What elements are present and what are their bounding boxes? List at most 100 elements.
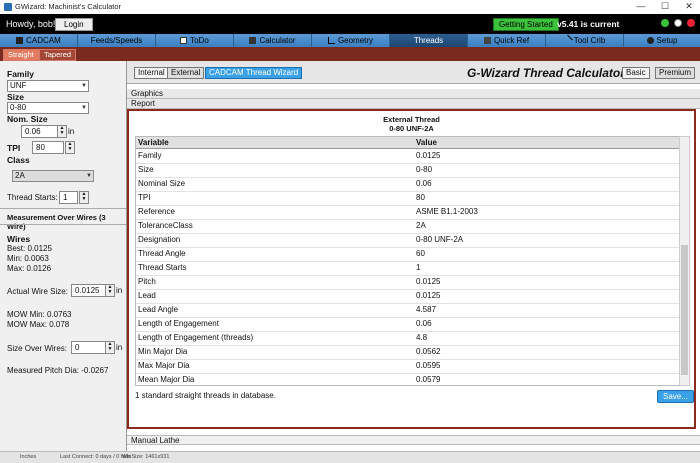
login-button[interactable]: Login [55,18,93,31]
row-value: 0.06 [416,319,432,328]
scrollbar-thumb[interactable] [681,245,688,375]
size-over-wires-unit: in [116,343,123,352]
row-variable: Min Major Dia [138,347,188,356]
actual-wire-size-label: Actual Wire Size: [7,287,68,296]
report-scrollbar[interactable] [679,136,690,386]
table-row: Length of Engagement (threads) 4.8 [136,331,680,346]
row-variable: Size [138,165,154,174]
calculator-title: G-Wizard Thread Calculator [467,66,625,80]
chevron-down-icon: ▼ [81,83,87,89]
window-title: GWizard: Machinist's Calculator [15,2,122,11]
mow-min: MOW Min: 0.0763 [7,310,72,319]
actual-wire-size-input[interactable]: 0.0125 [71,284,106,297]
row-value: ASME B1.1-2003 [416,207,478,216]
cadcam-icon [16,37,24,44]
table-row: TPI 80 [136,191,680,206]
row-variable: Mean Major Dia [138,375,195,384]
close-button[interactable]: ✕ [679,1,699,12]
alert-icon[interactable] [687,19,695,27]
thread-starts-input[interactable]: 1 [59,191,78,204]
manual-lathe-section-header[interactable]: Manual Lathe [127,435,700,445]
size-select[interactable]: 0-80 ▼ [7,102,89,114]
cadcam-thread-wizard-button[interactable]: CADCAM Thread Wizard [205,67,303,79]
online-status-icon [661,19,669,27]
actual-wire-size-stepper[interactable]: ▲ ▼ [105,284,115,297]
greeting-text: Howdy, bob! [6,19,56,29]
last-connect-status: Last Connect: 0 days / 0 fails [60,454,131,460]
size-over-wires-stepper[interactable]: ▲ ▼ [105,341,115,354]
thread-report: External Thread 0-80 UNF-2A Variable Val… [127,109,696,429]
wire-best: Best: 0.0125 [7,244,52,253]
chevron-down-icon: ▼ [86,173,92,179]
table-row: Lead Angle 4.587 [136,303,680,318]
table-row: Pitch 0.0125 [136,275,680,290]
row-value: 60 [416,249,425,258]
tpi-stepper[interactable]: ▲ ▼ [65,141,75,154]
row-value: 0.06 [416,179,432,188]
nom-size-input[interactable]: 0.06 [21,125,58,138]
version-status: v5.41 is current [557,19,620,29]
row-variable: Pitch [138,277,156,286]
database-footnote: 1 standard straight threads in database. [135,391,276,400]
nom-size-stepper[interactable]: ▲ ▼ [57,125,67,138]
units-status: Inches [20,454,37,460]
family-label: Family [7,69,34,79]
table-row: Lead 0.0125 [136,289,680,304]
wires-label: Wires [7,234,31,244]
graphics-section-header[interactable]: Graphics [127,89,700,99]
main-tab-bar: CADCAM Feeds/Speeds ToDo Calculator Geom… [0,34,700,47]
tool-crib-icon [561,34,573,46]
minimize-button[interactable]: — [631,1,651,11]
size-over-wires-input[interactable]: 0 [71,341,106,354]
row-variable: Family [138,151,162,160]
size-over-wires-label: Size Over Wires: [7,344,68,353]
nom-size-unit: in [68,127,75,136]
row-value: 0-80 [416,165,433,174]
subtab-straight[interactable]: Straight [3,49,39,61]
table-row: Min Major Dia 0.0562 [136,345,680,360]
table-row: Family 0.0125 [136,149,680,164]
getting-started-button[interactable]: Getting Started [493,18,559,31]
table-row: ToleranceClass 2A [136,219,680,234]
table-row: Thread Starts 1 [136,261,680,276]
table-row: Size 0-80 [136,163,680,178]
tab-tool-crib[interactable]: Tool Crib [546,34,624,47]
row-variable: Lead Angle [138,305,179,314]
class-select[interactable]: 2A ▼ [12,170,94,182]
tab-calculator[interactable]: Calculator [234,34,312,47]
basic-mode-button[interactable]: Basic [622,67,650,79]
thread-starts-stepper[interactable]: ▲ ▼ [79,191,89,204]
mow-max: MOW Max: 0.078 [7,320,70,329]
maximize-button[interactable]: ☐ [655,1,675,12]
row-value: 1 [416,263,421,272]
family-select[interactable]: UNF ▼ [7,80,89,92]
row-value: 4.587 [416,305,437,314]
wire-max: Max: 0.0126 [7,264,52,273]
external-toggle[interactable]: External [167,67,205,79]
report-section-header[interactable]: Report [127,99,700,109]
window-size-status: WinSize: 1461x931 [122,454,170,460]
tab-setup[interactable]: Setup [624,34,700,47]
internal-toggle[interactable]: Internal [134,67,169,79]
row-variable: Lead [138,291,156,300]
row-value: 80 [416,193,425,202]
calculator-icon [249,37,257,44]
row-variable: Max Major Dia [138,361,190,370]
tab-feeds-speeds[interactable]: Feeds/Speeds [78,34,156,47]
settings-gear-icon[interactable] [674,19,682,27]
tab-geometry[interactable]: Geometry [312,34,390,47]
thread-input-panel: Family UNF ▼ Size 0-80 ▼ Nom. Size 0.06 ▲ ▼… [0,61,127,451]
premium-mode-button[interactable]: Premium [655,67,696,79]
tab-threads[interactable]: Threads [390,34,468,47]
table-row: Max Major Dia 0.0595 [136,359,680,374]
row-value: 0-80 UNF-2A [416,235,464,244]
tab-cadcam[interactable]: CADCAM [0,34,78,47]
save-button[interactable]: Save... [657,390,694,403]
table-row: Designation 0-80 UNF-2A [136,233,680,248]
tab-todo[interactable]: ToDo [156,34,234,47]
tab-quick-ref[interactable]: Quick Ref [468,34,546,47]
row-variable: TPI [138,193,151,202]
tpi-label: TPI [7,143,21,153]
subtab-tapered[interactable]: Tapered [39,49,77,61]
tpi-input[interactable]: 80 [32,141,64,154]
